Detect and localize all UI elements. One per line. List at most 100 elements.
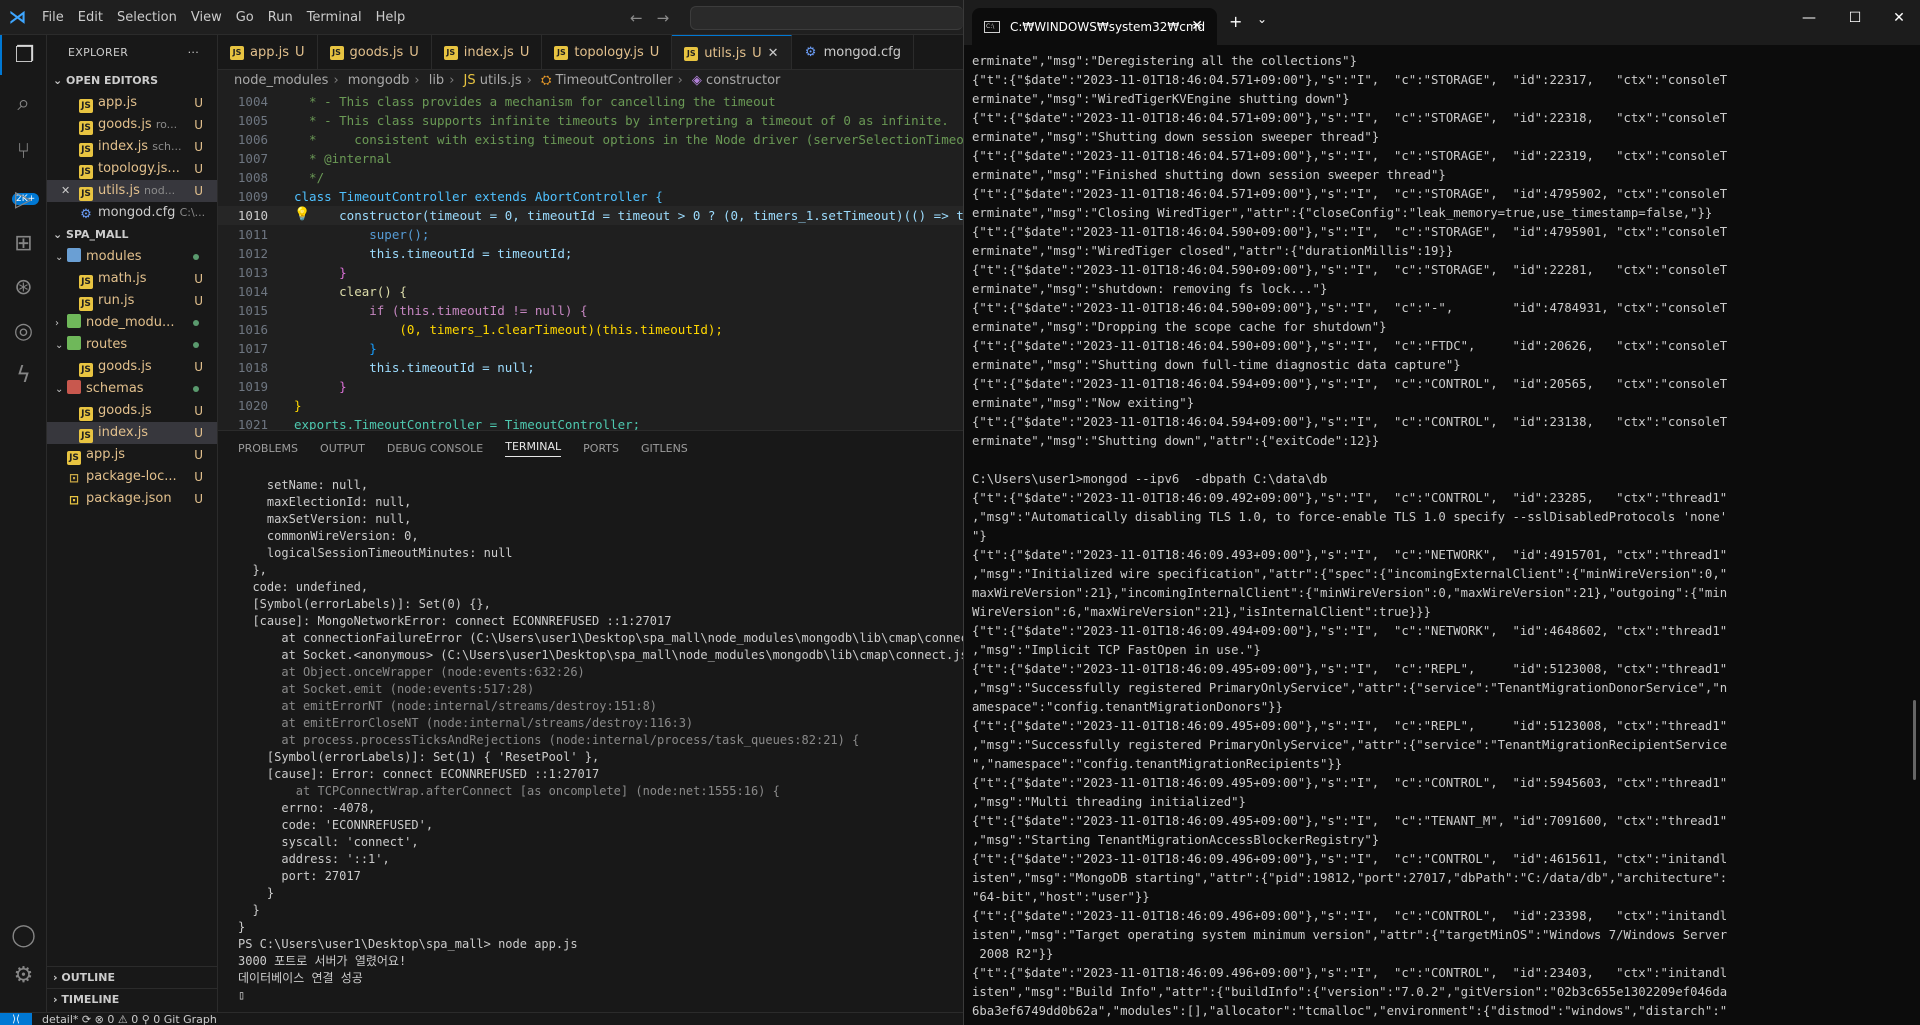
code-text: class TimeoutController extends AbortCon… [294,189,663,204]
breadcrumb-item[interactable]: lib [429,73,444,88]
tab-terminal[interactable]: TERMINAL [505,440,562,457]
lightbulb-icon[interactable]: 💡 [294,205,310,224]
line-number: 1011 [237,227,268,242]
open-editor-item[interactable]: ⚙ mongod.cfg C:\... [47,202,217,224]
breadcrumb-item[interactable]: node_modules [234,73,328,88]
more-actions-icon[interactable]: ··· [188,35,199,70]
breadcrumb-item[interactable]: utils.js [480,73,522,88]
close-icon[interactable]: ✕ [1191,18,1203,34]
menu-edit[interactable]: Edit [71,0,110,35]
open-editor-item[interactable]: JS goods.js ro... U [47,114,217,136]
titlebar: ⋊ File Edit Selection View Go Run Termin… [0,0,963,35]
cmd-output[interactable]: erminate","msg":"Deregistering all the c… [972,52,1902,1025]
menu-selection[interactable]: Selection [110,0,184,35]
cmd-line: erminate","msg":"Closing WiredTiger","at… [972,206,1713,220]
new-tab-plus-icon[interactable]: + [1229,12,1242,31]
tab-utils-js[interactable]: JS utils.js U ✕ [672,35,792,69]
tree-item[interactable]: JS goods.js U [47,356,217,378]
tree-item[interactable]: ⊡ package.json U [47,488,217,510]
extensions-icon[interactable]: ⊞ [0,223,47,263]
breadcrumb-item[interactable]: TimeoutController [556,73,673,88]
outline-label: OUTLINE [61,971,115,984]
tree-item[interactable]: JS app.js U [47,444,217,466]
open-editor-item-active[interactable]: ✕ JS utils.js nod... U [47,180,217,202]
tree-item-label: package.json [86,491,172,506]
tree-item-label: routes [86,337,128,352]
thunder-client-icon[interactable]: ϟ [0,355,47,395]
tab-goods-js[interactable]: JS goods.js U [318,35,432,69]
tab-mongod-cfg[interactable]: ⚙ mongod.cfg [792,35,915,69]
command-center-search[interactable] [690,6,963,30]
menu-run[interactable]: Run [261,0,300,35]
cmd-line: {"t":{"$date":"2023-11-01T18:46:09.495+0… [972,814,1728,828]
forward-arrow-icon[interactable]: → [657,9,670,27]
code-editor[interactable]: 1004 * - This class provides a mechanism… [218,92,963,430]
search-icon[interactable]: ⌕ [0,83,47,123]
minimize-icon[interactable]: — [1794,10,1824,26]
tab-app-js[interactable]: JS app.js U [218,35,318,69]
open-editors-header[interactable]: ⌄ OPEN EDITORS [47,70,217,92]
chevron-down-icon[interactable]: ⌄ [1257,12,1267,26]
tab-debug-console[interactable]: DEBUG CONSOLE [387,442,483,455]
breadcrumb-item[interactable]: mongodb [348,73,410,88]
back-arrow-icon[interactable]: ← [630,9,643,27]
close-icon[interactable]: ✕ [61,180,73,202]
remote-explorer-icon[interactable]: ◎ [0,311,47,351]
modified-dot [193,386,199,392]
untracked-badge: U [194,140,203,154]
tree-item[interactable]: ⊡ package-loc... U [47,466,217,488]
breadcrumb-item[interactable]: constructor [706,73,780,88]
close-icon[interactable]: ✕ [768,46,779,61]
git-graph-icon[interactable]: ⊛ [0,267,47,307]
tab-index-js[interactable]: JS index.js U [432,35,543,69]
menu-bar: File Edit Selection View Go Run Terminal… [35,0,412,35]
cmd-line: amespace":"config.tenantMigrationDonors"… [972,700,1283,714]
menu-go[interactable]: Go [229,0,261,35]
source-control-icon[interactable]: ⑂ [0,131,47,171]
open-editor-item[interactable]: JS index.js sch... U [47,136,217,158]
tab-output[interactable]: OUTPUT [320,442,365,455]
maximize-icon[interactable]: ☐ [1840,10,1870,26]
cmd-line: ","namespace":"config.tenantMigrationRec… [972,757,1343,771]
tab-ports[interactable]: PORTS [583,442,619,455]
code-line: 1015 if (this.timeoutId != null) { [218,301,963,320]
remote-indicator-icon[interactable]: ⟩⟨ [0,1012,32,1025]
status-items[interactable]: detail* ⟳ ⊗ 0 ⚠ 0 ⚲ 0 Git Graph [32,1013,217,1025]
line-number: 1005 [237,113,268,128]
tree-folder-node-modules[interactable]: › node_modu... [47,312,217,334]
settings-gear-icon[interactable]: ⚙ [0,955,47,995]
explorer-files-icon[interactable]: ❐ [0,35,47,75]
tree-item[interactable]: JS goods.js U [47,400,217,422]
terminal-line: code: undefined, [238,580,369,594]
open-editor-item[interactable]: JS topology.js... U [47,158,217,180]
close-window-icon[interactable]: ✕ [1884,10,1914,26]
project-header[interactable]: ⌄ SPA_MALL [47,224,217,246]
tree-item[interactable]: JS run.js U [47,290,217,312]
outline-section[interactable]: › OUTLINE [47,966,218,988]
tree-folder-routes[interactable]: ⌄ routes [47,334,217,356]
tree-folder-schemas[interactable]: ⌄ schemas [47,378,217,400]
code-text: (0, timers_1.clearTimeout)(this.timeoutI… [294,322,723,337]
menu-help[interactable]: Help [369,0,413,35]
menu-terminal[interactable]: Terminal [300,0,369,35]
account-icon[interactable]: ◯ [0,915,47,955]
timeline-section[interactable]: › TIMELINE [47,988,218,1010]
line-number: 1020 [237,398,268,413]
cmd-tab[interactable]: C:\ C:₩WINDOWS₩system32₩cmd ✕ [972,8,1217,45]
cmd-line: erminate","msg":"Deregistering all the c… [972,54,1357,68]
untracked-badge: U [194,96,203,110]
line-number: 1004 [237,94,268,109]
scrollbar-thumb[interactable] [1913,700,1916,780]
tree-item-selected[interactable]: JS index.js U [47,422,217,444]
terminal-line: }, [238,563,267,577]
tree-item[interactable]: JS math.js U [47,268,217,290]
tree-folder-modules[interactable]: ⌄ modules [47,246,217,268]
tab-gitlens[interactable]: GITLENS [641,442,688,455]
integrated-terminal[interactable]: setName: null, maxElectionId: null, maxS… [238,477,963,1007]
open-editor-item[interactable]: JS app.js U [47,92,217,114]
tab-topology-js[interactable]: JS topology.js U [542,35,673,69]
tab-problems[interactable]: PROBLEMS [238,442,298,455]
menu-view[interactable]: View [184,0,229,35]
menu-file[interactable]: File [35,0,71,35]
run-debug-icon[interactable]: ▷ [0,179,47,219]
